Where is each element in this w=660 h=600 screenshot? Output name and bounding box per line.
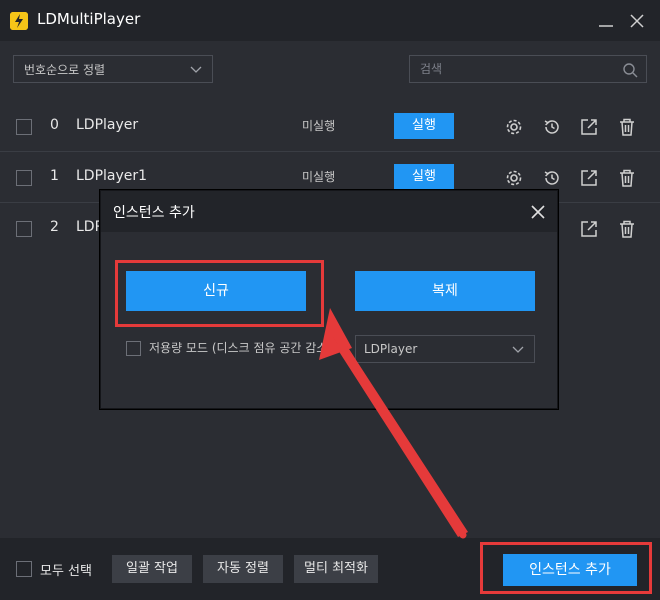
shortcut-icon[interactable] (578, 116, 600, 138)
row-checkbox[interactable] (16, 119, 32, 135)
auto-align-button[interactable]: 자동 정렬 (203, 555, 283, 583)
instance-row[interactable]: 0 LDPlayer 미실행 실행 (0, 101, 660, 152)
ldplayer-logo-icon (10, 12, 28, 30)
search-icon[interactable] (622, 62, 638, 78)
row-checkbox[interactable] (16, 170, 32, 186)
low-capacity-label[interactable]: 저용량 모드 (디스크 점유 공간 감소) (149, 339, 339, 357)
close-icon[interactable] (527, 201, 549, 223)
chevron-down-icon (190, 66, 202, 73)
search-box (409, 55, 647, 83)
toolbar: 번호순으로 정렬 (0, 41, 660, 101)
delete-icon[interactable] (616, 218, 638, 240)
delete-icon[interactable] (616, 116, 638, 138)
low-capacity-checkbox[interactable] (126, 341, 141, 356)
select-all-checkbox[interactable] (16, 561, 32, 577)
source-instance-select[interactable]: LDPlayer (355, 335, 535, 363)
settings-icon[interactable] (503, 116, 525, 138)
instance-index: 2 (50, 219, 59, 235)
run-button[interactable]: 실행 (394, 113, 454, 139)
minimize-icon[interactable] (593, 8, 619, 34)
dialog-header: 인스턴스 추가 (101, 191, 557, 232)
instance-name: LDPlayer (76, 117, 139, 133)
search-input[interactable] (410, 56, 610, 82)
instance-status: 미실행 (302, 119, 336, 133)
history-icon[interactable] (541, 167, 563, 189)
instance-name: LDPlayer1 (76, 168, 148, 184)
title-bar: LDMultiPlayer (0, 0, 660, 41)
multi-optimize-button[interactable]: 멀티 최적화 (294, 555, 378, 583)
settings-icon[interactable] (503, 167, 525, 189)
sort-select-value: 번호순으로 정렬 (24, 63, 106, 77)
sort-select[interactable]: 번호순으로 정렬 (13, 55, 213, 83)
clone-instance-button[interactable]: 복제 (355, 271, 535, 311)
source-select-value: LDPlayer (364, 342, 418, 356)
history-icon[interactable] (541, 116, 563, 138)
run-button[interactable]: 실행 (394, 164, 454, 190)
shortcut-icon[interactable] (578, 167, 600, 189)
bulk-action-button[interactable]: 일괄 작업 (112, 555, 192, 583)
dialog-title: 인스턴스 추가 (113, 205, 195, 221)
row-checkbox[interactable] (16, 221, 32, 237)
annotation-highlight-new (115, 260, 324, 327)
chevron-down-icon (512, 346, 524, 353)
instance-index: 1 (50, 168, 59, 184)
instance-status: 미실행 (302, 170, 336, 184)
annotation-highlight-add (480, 542, 652, 594)
delete-icon[interactable] (616, 167, 638, 189)
instance-index: 0 (50, 117, 59, 133)
close-icon[interactable] (624, 8, 650, 34)
app-title: LDMultiPlayer (37, 10, 141, 28)
shortcut-icon[interactable] (578, 218, 600, 240)
select-all-label[interactable]: 모두 선택 (40, 560, 92, 579)
